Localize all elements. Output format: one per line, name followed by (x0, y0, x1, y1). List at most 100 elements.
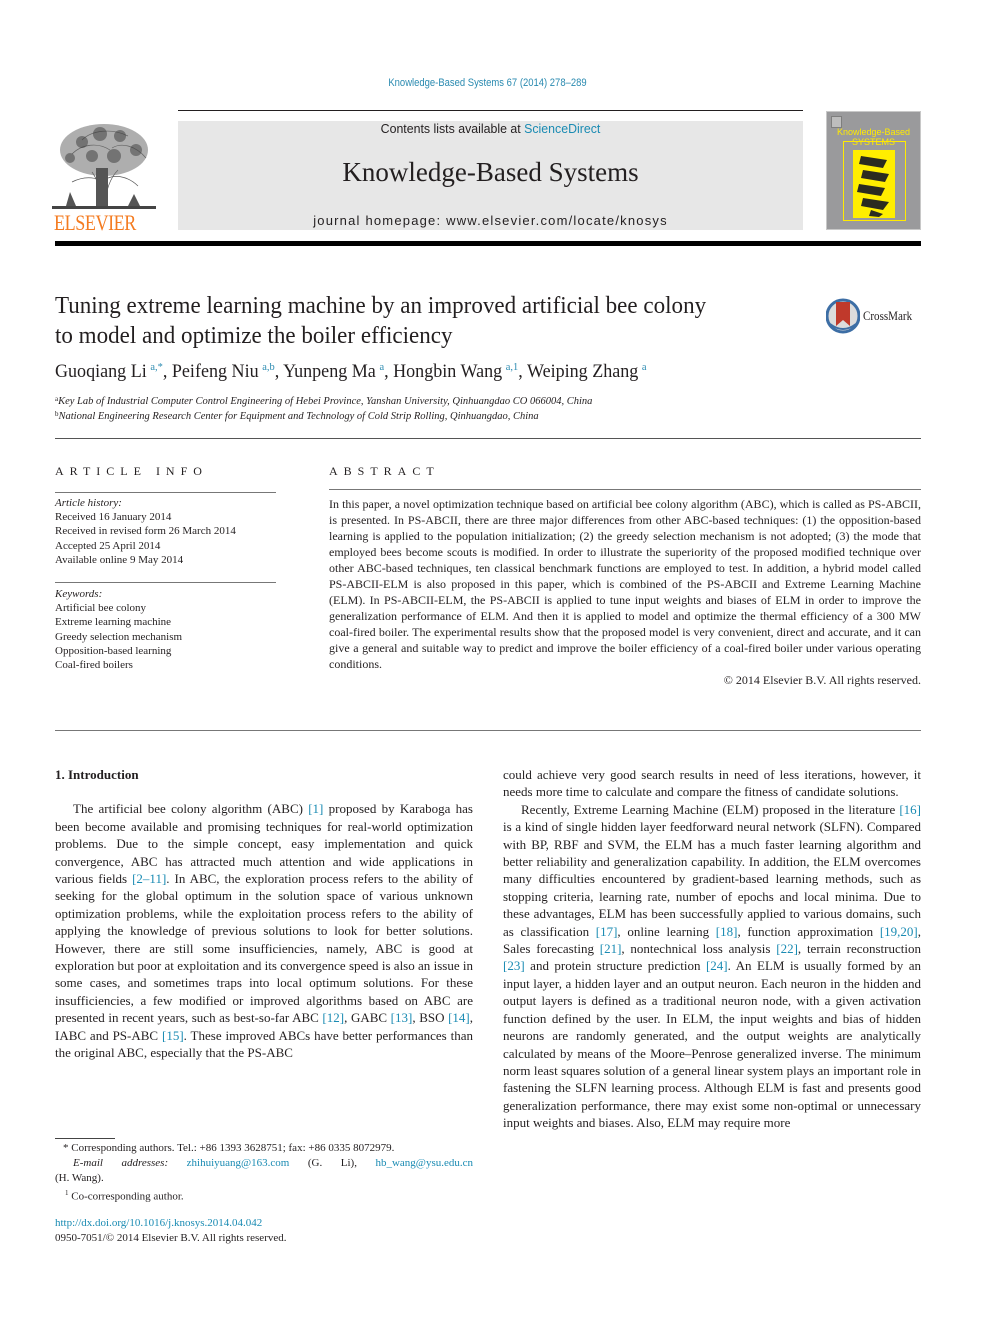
history-item: Available online 9 May 2014 (55, 553, 184, 566)
elsevier-tree-icon (52, 124, 156, 209)
homepage-url[interactable]: www.elsevier.com/locate/knosys (446, 213, 668, 228)
author-affiliation-mark[interactable]: a,* (150, 361, 162, 373)
affiliation-b: bNational Engineering Research Center fo… (55, 410, 539, 422)
contents-prefix: Contents lists available at (380, 121, 525, 136)
intro-paragraph-1: The artificial bee colony algorithm (ABC… (55, 800, 473, 1061)
article-title-line1: Tuning extreme learning machine by an im… (55, 293, 707, 319)
history-item: Accepted 25 April 2014 (55, 539, 161, 552)
affiliation-text: National Engineering Research Center for… (58, 411, 539, 422)
homepage-label: journal homepage: (313, 213, 447, 228)
author-name[interactable]: Peifeng Niu (172, 361, 259, 382)
intro-paragraph-continued: could achieve very good search results i… (503, 767, 921, 800)
author-name[interactable]: Hongbin Wang (393, 361, 502, 382)
author-name[interactable]: Weiping Zhang (527, 361, 638, 382)
doi-link[interactable]: http://dx.doi.org/10.1016/j.knosys.2014.… (55, 1217, 262, 1229)
author-name[interactable]: Yunpeng Ma (283, 361, 376, 382)
intro-paragraph-2: Recently, Extreme Learning Machine (ELM)… (503, 801, 921, 1132)
reference-link[interactable]: [19,20] (880, 924, 918, 939)
reference-link[interactable]: [14] (448, 1010, 470, 1025)
article-history: Article history: Received 16 January 201… (55, 496, 236, 567)
reference-link[interactable]: [13] (391, 1010, 413, 1025)
body-right-column: could achieve very good search results i… (503, 766, 921, 1132)
paragraph-text: . An ELM is usually formed by an input l… (503, 958, 921, 1131)
reference-link[interactable]: [1] (308, 801, 323, 816)
reference-link[interactable]: [23] (503, 958, 525, 973)
crossmark-label: CrossMark (863, 308, 913, 323)
email-link[interactable]: zhihuiyuang@163.com (187, 1157, 290, 1169)
reference-link[interactable]: [24] (706, 958, 728, 973)
crossmark-button[interactable]: CrossMark (826, 298, 926, 334)
history-item: Received 16 January 2014 (55, 511, 172, 524)
footnote-mark: 1 (65, 1189, 69, 1197)
footnotes: * Corresponding authors. Tel.: +86 1393 … (55, 1141, 473, 1205)
keyword-item: Greedy selection mechanism (55, 630, 183, 643)
abstract-body: In this paper, a novel optimization tech… (329, 496, 921, 688)
paragraph-text: and protein structure prediction (524, 958, 706, 974)
abstract-copyright: © 2014 Elsevier B.V. All rights reserved… (723, 673, 921, 687)
reference-link[interactable]: [16] (899, 802, 921, 817)
footnote-co-corresponding: 1 Co-corresponding author. (55, 1186, 473, 1205)
abstract-heading: ABSTRACT (329, 464, 440, 478)
paragraph-text: , terrain reconstruction (797, 941, 921, 957)
abstract-text: In this paper, a novel optimization tech… (329, 497, 921, 671)
header-thick-rule (55, 241, 921, 246)
reference-link[interactable]: [22] (776, 941, 798, 956)
reference-link[interactable]: [2–11] (132, 871, 166, 886)
author-affiliation-mark[interactable]: a,1 (506, 361, 518, 373)
keyword-item: Extreme learning machine (55, 616, 172, 629)
sciencedirect-link[interactable]: ScienceDirect (524, 121, 600, 136)
keywords: Keywords: Artificial bee colony Extreme … (55, 587, 182, 672)
elsevier-wordmark: ELSEVIER (54, 210, 136, 235)
author-affiliation-mark[interactable]: a,b (262, 361, 274, 373)
article-info-rule (55, 492, 276, 493)
header-rule (178, 110, 803, 111)
affiliation-a: aKey Lab of Industrial Computer Control … (55, 395, 592, 407)
contents-line: Contents lists available at ScienceDirec… (194, 121, 788, 136)
journal-cover[interactable]: Knowledge-Based SYSTEMS (826, 111, 921, 230)
article-info-heading: ARTICLE INFO (55, 464, 208, 478)
cover-title-line1: Knowledge-Based (836, 127, 911, 137)
journal-homepage: journal homepage: www.elsevier.com/locat… (178, 213, 803, 228)
journal-masthead: Contents lists available at ScienceDirec… (178, 121, 803, 230)
footnote-emails: E-mail addresses: zhihuiyuang@163.com (G… (55, 1156, 473, 1171)
article-title-line2: to model and optimize the boiler efficie… (55, 323, 453, 349)
keywords-rule (55, 582, 276, 583)
author-affiliation-mark[interactable]: a (379, 361, 384, 373)
reference-link[interactable]: [17] (596, 924, 618, 939)
cover-artwork (853, 150, 895, 218)
abstract-bottom-rule (55, 730, 921, 731)
email-link[interactable]: hb_wang@ysu.edu.cn (375, 1157, 473, 1169)
paragraph-text: , nontechnical loss analysis (621, 941, 777, 957)
author-affiliation-mark[interactable]: a (642, 361, 647, 373)
footnote-mark: * (63, 1142, 69, 1154)
reference-link[interactable]: [21] (600, 941, 622, 956)
body-left-column: 1. Introduction The artificial bee colon… (55, 766, 473, 1062)
abstract-rule (329, 489, 921, 490)
paragraph-text: , function approximation (737, 923, 880, 939)
journal-name: Knowledge-Based Systems (342, 157, 639, 187)
author-name[interactable]: Guoqiang Li (55, 361, 147, 382)
reference-link[interactable]: [18] (716, 924, 738, 939)
affiliation-text: Key Lab of Industrial Computer Control E… (58, 396, 593, 407)
paragraph-text: , BSO (412, 1010, 449, 1026)
reference-link[interactable]: [12] (322, 1010, 344, 1025)
elsevier-logo[interactable]: ELSEVIER (52, 120, 156, 235)
crossmark-icon (826, 298, 860, 334)
reference-link[interactable]: [15] (162, 1028, 184, 1043)
section-heading-introduction: 1. Introduction (55, 767, 139, 782)
keywords-label: Keywords: (55, 588, 103, 600)
email-label: E-mail addresses: (73, 1157, 169, 1169)
paragraph-text: is a kind of single hidden layer feedfor… (503, 819, 921, 939)
paragraph-text: . In ABC, the exploration process refers… (55, 871, 473, 1026)
history-item: Received in revised form 26 March 2014 (55, 525, 236, 538)
journal-citation[interactable]: Knowledge-Based Systems 67 (2014) 278–28… (68, 77, 907, 89)
email-owner: (H. Wang). (55, 1172, 104, 1184)
author-list: Guoqiang Li a,*, Peifeng Niu a,b, Yunpen… (55, 361, 647, 382)
keyword-item: Artificial bee colony (55, 602, 147, 615)
issn-copyright: 0950-7051/© 2014 Elsevier B.V. All right… (55, 1232, 287, 1244)
footnote-rule (55, 1138, 115, 1139)
cover-spiral-icon (857, 156, 889, 217)
affiliation-rule (55, 438, 921, 439)
paragraph-text: The artificial bee colony algorithm (ABC… (73, 801, 309, 817)
paragraph-text: Recently, Extreme Learning Machine (ELM)… (521, 801, 900, 817)
